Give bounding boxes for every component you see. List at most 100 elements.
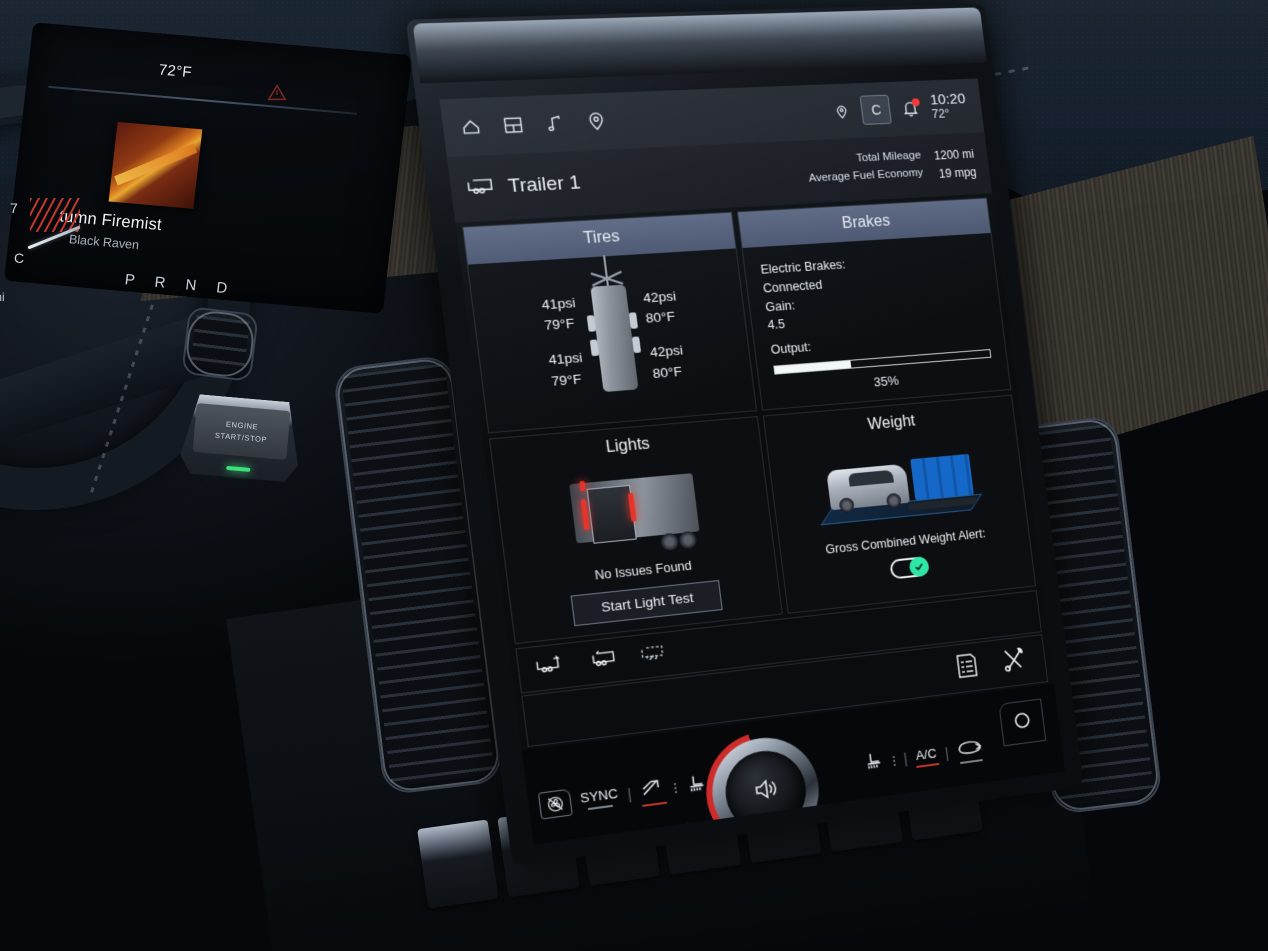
coolant-label: C: [14, 250, 25, 266]
sync-label: SYNC: [579, 785, 619, 806]
trailer-profile-2-icon[interactable]: [585, 648, 619, 675]
infotainment-display: C 10:20 72° Trailer 1 Total Mileage Aver…: [405, 3, 1084, 867]
trailer-box-graphic: [568, 472, 700, 544]
trailer-hitch-graphic: [602, 255, 609, 286]
tire-left-front: 41psi 79°F: [540, 293, 579, 336]
tools-icon[interactable]: [1001, 646, 1028, 678]
infotainment-screenshot: 72°F tumn Firemist Black Raven P R N D 7…: [0, 0, 1268, 951]
apps-icon[interactable]: [501, 115, 525, 136]
hazard-circle-button[interactable]: [998, 698, 1047, 747]
lights-card[interactable]: Lights No Issues Found Start Light Test: [488, 415, 783, 645]
trailer-lamp-top: [578, 480, 586, 492]
navigation-icon[interactable]: [585, 111, 608, 132]
media-icon[interactable]: [543, 113, 566, 134]
sync-button[interactable]: SYNC: [579, 786, 619, 811]
weight-alert-toggle[interactable]: [889, 555, 930, 580]
divider: |: [626, 785, 633, 804]
weight-alert-label: Gross Combined Weight Alert:: [824, 526, 987, 557]
volume-knob-icon: [751, 775, 781, 807]
clock: 10:20 72°: [929, 90, 968, 122]
total-mileage-value: 1200 mi: [933, 147, 975, 163]
divider: |: [944, 744, 950, 762]
suv-graphic: [826, 463, 911, 513]
tires-card[interactable]: Tires 41psi 79°F 41psi 79°F 42psi 80°F 4…: [462, 211, 757, 433]
tire-left-front-temp: 79°F: [543, 315, 576, 333]
sync-underline: [587, 804, 614, 811]
tire-right-rear: 42psi 80°F: [649, 341, 687, 384]
avg-fuel-economy-value: 19 mpg: [938, 165, 978, 181]
status-bar-right: C 10:20 72°: [832, 90, 968, 127]
recirculate-underline: [960, 758, 984, 764]
trailer-profile-add-icon[interactable]: [637, 642, 671, 669]
cluster-outside-temp: 72°F: [157, 61, 193, 82]
brakes-info: Electric Brakes: Connected Gain: 4.5 Out…: [742, 233, 1011, 410]
brakes-card[interactable]: Brakes Electric Brakes: Connected Gain: …: [736, 197, 1012, 411]
weight-graphic: [813, 441, 985, 532]
weight-card[interactable]: Weight Gross Combined Weight Alert:: [762, 394, 1037, 614]
trailer-stat-labels: Total Mileage Average Fuel Economy: [806, 148, 925, 190]
tachometer-redline: [30, 198, 80, 232]
weight-card-body: Gross Combined Weight Alert:: [768, 430, 1035, 613]
tire-right-rear-temp: 80°F: [651, 363, 683, 381]
airflow-button[interactable]: [639, 775, 668, 807]
climate-row-upper-left: SYNC |: [537, 770, 710, 821]
tires-right-column: 42psi 80°F 42psi 80°F: [642, 286, 687, 384]
recirculate-button[interactable]: [956, 736, 985, 764]
output-bar-fill: [773, 360, 852, 374]
hard-button[interactable]: [417, 819, 500, 909]
trailering-cards-grid: Tires 41psi 79°F 41psi 79°F 42psi 80°F 4…: [462, 197, 1037, 645]
trailer-stat-values: 1200 mi 19 mpg: [933, 146, 977, 184]
vent-chrome-trim: [183, 308, 257, 380]
trailer-profile-1-icon[interactable]: [533, 654, 568, 681]
odometer-unit: mi: [0, 290, 5, 304]
heated-seat-icon[interactable]: [862, 749, 887, 778]
divider: |: [902, 750, 909, 768]
tire-right-rear-psi: 42psi: [649, 342, 684, 361]
trailer-wheel-graphic: [628, 312, 638, 330]
airflow-underline: [642, 801, 668, 807]
trailer-icon: [464, 175, 497, 201]
trailer-wheel-graphic: [659, 531, 680, 551]
tire-left-rear-psi: 41psi: [547, 350, 584, 368]
tires-card-body: 41psi 79°F 41psi 79°F 42psi 80°F 42psi 8…: [468, 248, 756, 431]
brakes-card-body: Electric Brakes: Connected Gain: 4.5 Out…: [742, 233, 1010, 409]
trailer-stats: Total Mileage Average Fuel Economy 1200 …: [806, 146, 978, 191]
tire-right-front: 42psi 80°F: [642, 286, 680, 329]
toggle-knob: [908, 555, 930, 577]
profile-badge[interactable]: C: [859, 94, 893, 125]
hazard-circle-icon: [1011, 708, 1035, 737]
notification-bell-icon[interactable]: [901, 97, 921, 118]
trailer-lights-graphic: [554, 467, 718, 567]
climate-row-upper-right: | A/C |: [862, 736, 986, 778]
airflow-icon: [639, 775, 667, 802]
recirculate-icon: [956, 736, 985, 759]
tire-right-front-psi: 42psi: [642, 288, 677, 306]
tire-right-front-temp: 80°F: [644, 308, 676, 326]
tire-diagram: 41psi 79°F 41psi 79°F 42psi 80°F 42psi 8…: [468, 248, 756, 431]
clock-time: 10:20: [929, 90, 967, 109]
display-screen: C 10:20 72° Trailer 1 Total Mileage Aver…: [439, 78, 1066, 845]
checklist-icon[interactable]: [954, 651, 980, 684]
divider-dots: [892, 755, 896, 766]
ac-label: A/C: [914, 745, 938, 763]
hazard-warning-icon: [265, 82, 289, 104]
engine-button-label-2: START/STOP: [214, 430, 268, 444]
tire-left-front-psi: 41psi: [540, 294, 577, 313]
divider-dots: [673, 782, 678, 794]
air-vent-small: [181, 305, 259, 383]
start-light-test-button[interactable]: Start Light Test: [570, 579, 723, 626]
trailer-wheel-graphic: [586, 315, 596, 333]
ac-button[interactable]: A/C: [914, 745, 939, 768]
trailer-wheel-graphic: [589, 339, 599, 357]
tire-left-rear-temp: 79°F: [550, 370, 583, 389]
home-icon[interactable]: [459, 116, 483, 137]
lights-card-body: No Issues Found Start Light Test: [495, 452, 782, 643]
location-pin-icon[interactable]: [833, 103, 851, 120]
fan-off-icon[interactable]: [537, 788, 573, 820]
clock-temp: 72°: [931, 107, 951, 122]
tires-left-column: 41psi 79°F 41psi 79°F: [540, 293, 586, 392]
ac-underline: [915, 762, 939, 768]
tachometer: 7 C mi: [0, 178, 126, 304]
engine-button-face: ENGINE START/STOP: [192, 403, 291, 461]
engine-start-stop-button[interactable]: ENGINE START/STOP: [179, 393, 304, 483]
